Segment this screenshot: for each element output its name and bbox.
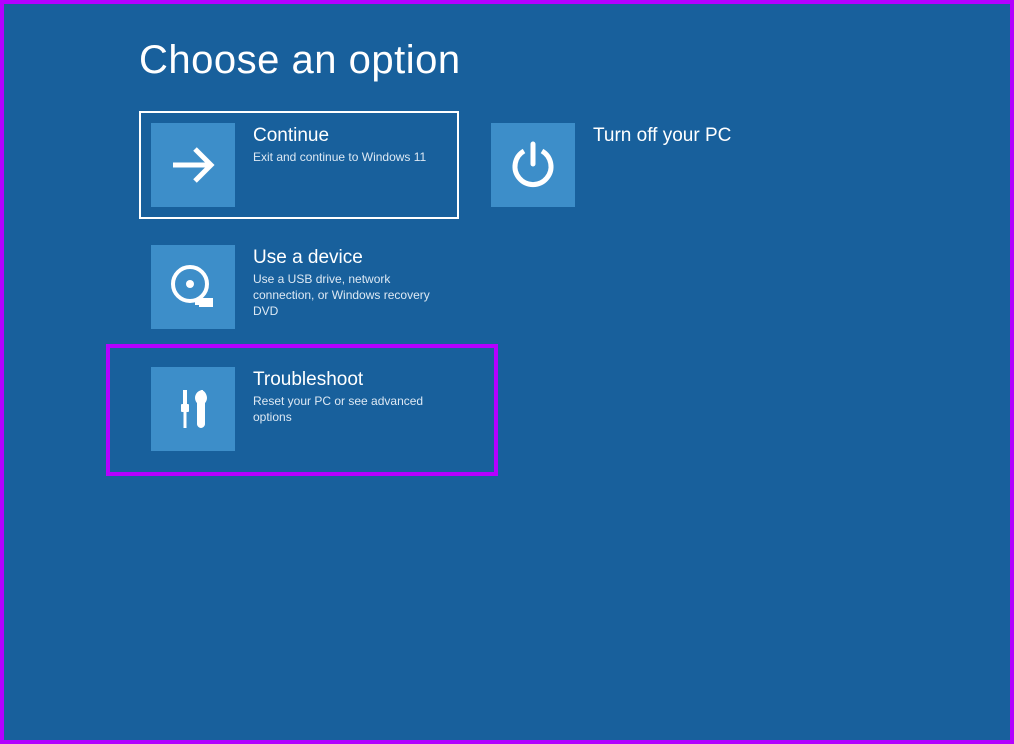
power-icon — [491, 123, 575, 207]
use-device-option[interactable]: Use a device Use a USB drive, network co… — [139, 233, 459, 341]
recovery-options-container: Choose an option Continue Exit and conti… — [4, 4, 1010, 463]
troubleshoot-title: Troubleshoot — [253, 369, 445, 391]
options-grid: Continue Exit and continue to Windows 11… — [139, 111, 1010, 463]
power-off-text: Turn off your PC — [581, 117, 793, 149]
continue-desc: Exit and continue to Windows 11 — [253, 149, 445, 165]
troubleshoot-text: Troubleshoot Reset your PC or see advanc… — [241, 361, 453, 425]
page-title: Choose an option — [139, 38, 1010, 83]
continue-text: Continue Exit and continue to Windows 11 — [241, 117, 453, 165]
tools-icon — [151, 367, 235, 451]
continue-title: Continue — [253, 125, 445, 147]
arrow-right-icon — [151, 123, 235, 207]
use-device-title: Use a device — [253, 247, 445, 269]
power-off-option[interactable]: Turn off your PC — [479, 111, 799, 219]
continue-option[interactable]: Continue Exit and continue to Windows 11 — [139, 111, 459, 219]
use-device-text: Use a device Use a USB drive, network co… — [241, 239, 453, 320]
disc-usb-icon — [151, 245, 235, 329]
troubleshoot-option[interactable]: Troubleshoot Reset your PC or see advanc… — [139, 355, 459, 463]
use-device-desc: Use a USB drive, network connection, or … — [253, 271, 445, 320]
troubleshoot-desc: Reset your PC or see advanced options — [253, 393, 445, 425]
power-off-title: Turn off your PC — [593, 125, 785, 147]
